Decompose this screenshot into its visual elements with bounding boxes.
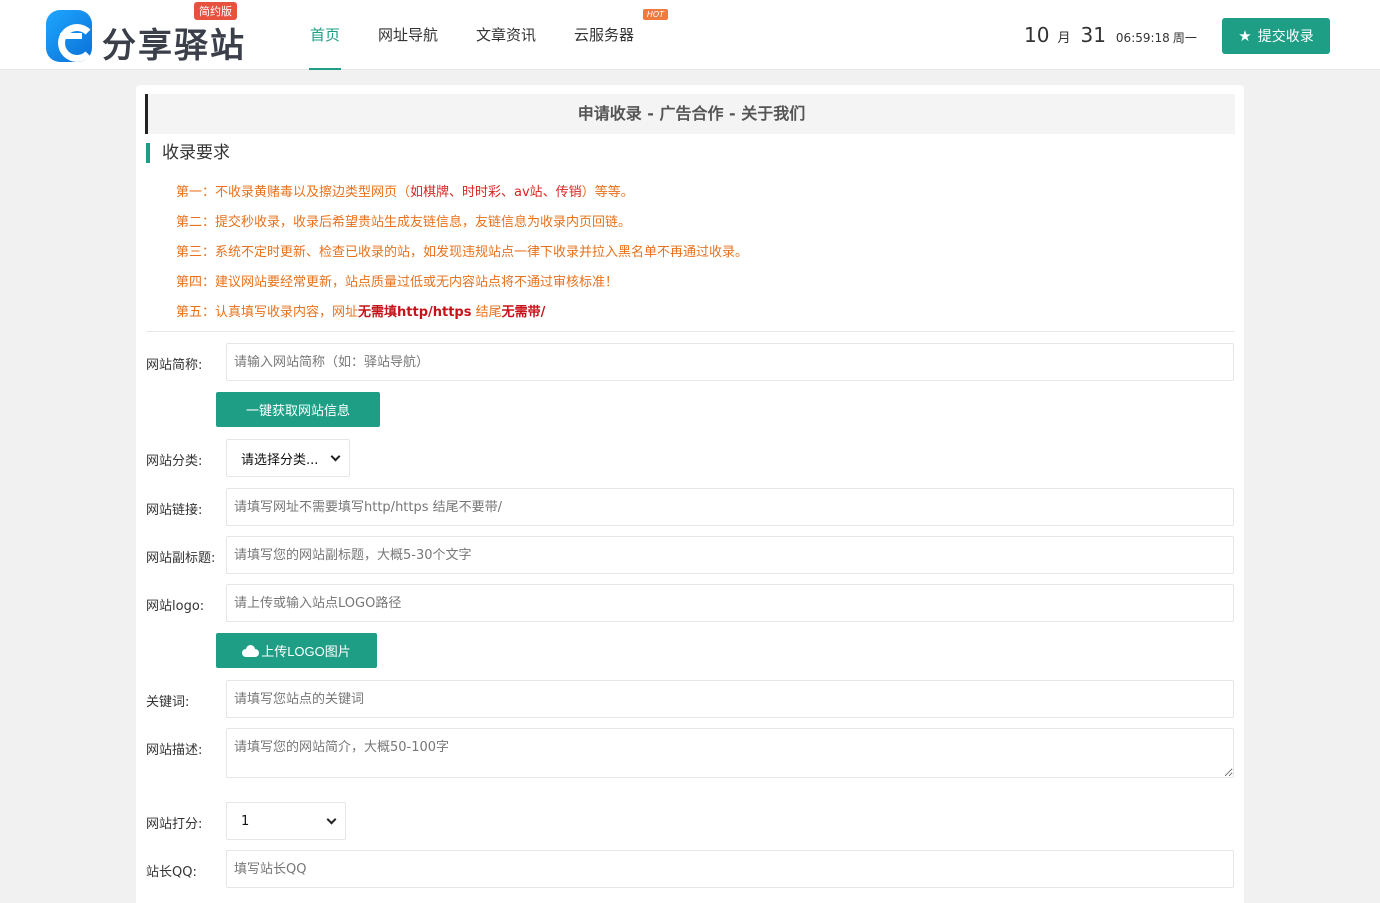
site-name-label: 网站简称: [146,358,203,373]
subtitle-input[interactable] [226,536,1234,574]
score-label: 网站打分: [146,817,203,832]
category-label: 网站分类: [146,454,203,469]
chevron-down-icon [326,814,337,824]
clock-time: 06:59:18 [1115,31,1170,45]
nav-url-navigation[interactable]: 网址导航 [364,0,452,70]
card-header-title: 申请收录 - 广告合作 - 关于我们 [145,94,1235,134]
date-display: 10 月 31 06:59:18 周一 [1024,23,1197,47]
nav-home[interactable]: 首页 [296,0,354,70]
site-name-input[interactable] [226,343,1234,381]
rule-item: 第一：不收录黄赌毒以及擦边类型网页（如棋牌、时时彩、av站、传销）等等。 [176,185,634,200]
keywords-label: 关键词: [146,695,190,710]
date-month-unit: 月 [1057,31,1071,46]
fetch-site-info-button[interactable]: 一键获取网站信息 [216,392,380,427]
logo-badge: 简约版 [194,2,237,20]
logo-e-icon [46,10,96,62]
subtitle-label: 网站副标题: [146,551,216,566]
rule-item: 第二：提交秒收录，收录后希望贵站生成友链信息，友链信息为收录内页回链。 [176,215,632,230]
score-select[interactable]: 1 [226,802,346,840]
date-day: 31 [1080,23,1106,47]
category-select[interactable]: 请选择分类... [226,439,350,477]
keywords-input[interactable] [226,680,1234,718]
divider [146,331,1234,332]
logo-label: 网站logo: [146,599,205,614]
submit-site-button[interactable]: ★ 提交收录 [1222,18,1330,54]
url-label: 网站链接: [146,503,203,518]
chevron-down-icon [330,451,341,461]
rule-item: 第五：认真填写收录内容，网址无需填http/https 结尾无需带/ [176,305,546,320]
url-input[interactable] [226,488,1234,526]
rules-list: 第一：不收录黄赌毒以及擦边类型网页（如棋牌、时时彩、av站、传销）等等。 第二：… [176,183,748,333]
top-header: 分享驿站 简约版 首页 网址导航 文章资讯 云服务器 HOT 10 月 31 0… [0,0,1380,70]
main-nav: 首页 网址导航 文章资讯 云服务器 HOT [296,0,669,70]
date-month: 10 [1024,23,1050,47]
description-label: 网站描述: [146,743,203,758]
description-textarea[interactable] [226,728,1234,778]
rule-item: 第三：系统不定时更新、检查已收录的站，如发现违规站点一律下收录并拉入黑名单不再通… [176,245,749,260]
qq-label: 站长QQ: [146,865,197,880]
section-title: 收录要求 [146,143,230,163]
upload-logo-button[interactable]: 上传LOGO图片 [216,633,377,668]
weekday: 周一 [1172,31,1197,45]
site-logo[interactable]: 分享驿站 简约版 [46,2,266,66]
nav-articles[interactable]: 文章资讯 [462,0,550,70]
star-icon: ★ [1238,28,1252,45]
logo-input[interactable] [226,584,1234,622]
rule-item: 第四：建议网站要经常更新，站点质量过低或无内容站点将不通过审核标准！ [176,275,619,290]
cloud-upload-icon [242,644,260,657]
logo-text: 分享驿站 [102,26,246,66]
submission-card: 申请收录 - 广告合作 - 关于我们 收录要求 第一：不收录黄赌毒以及擦边类型网… [136,85,1244,903]
qq-input[interactable] [226,850,1234,888]
nav-cloud-server[interactable]: 云服务器 HOT [560,0,669,70]
hot-badge: HOT [642,9,669,20]
